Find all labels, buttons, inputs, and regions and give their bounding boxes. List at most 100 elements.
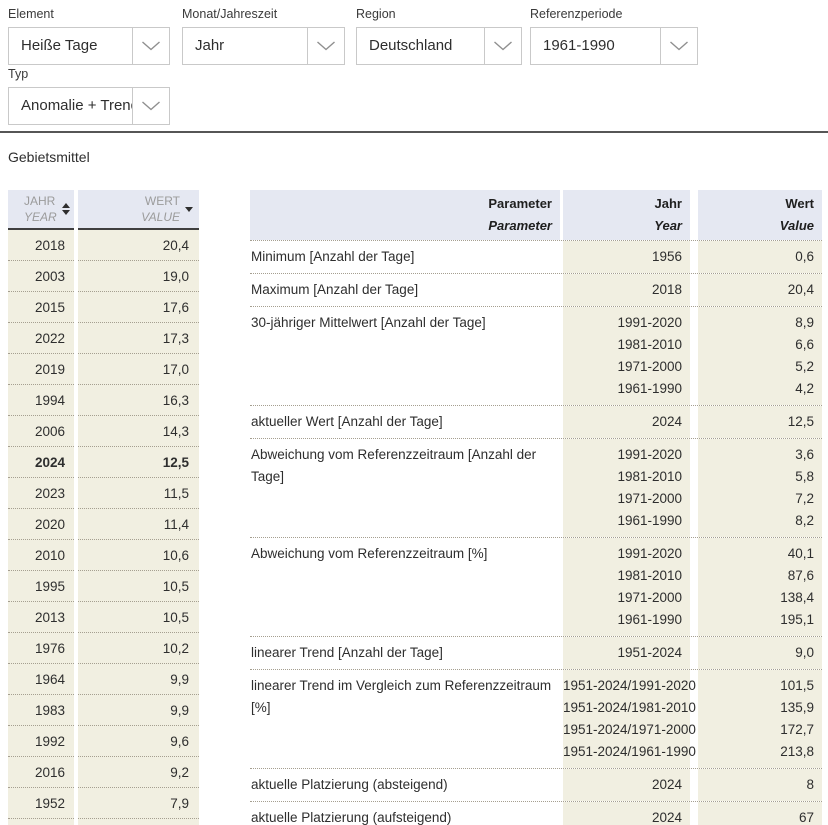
stats-table-row: aktuelle Platzierung (absteigend)2024 8: [250, 768, 822, 801]
parameter-cell: aktuelle Platzierung (absteigend): [250, 769, 560, 801]
year-line: 1951-2024: [563, 642, 682, 664]
parameter-cell: aktueller Wert [Anzahl der Tage]: [250, 406, 560, 438]
stats-table-row: Minimum [Anzahl der Tage]19560,6: [250, 240, 822, 273]
region-dropdown-value: Deutschland: [357, 28, 484, 64]
year-line: 2024: [563, 774, 682, 796]
stats-table-row: 30-jähriger Mittelwert [Anzahl der Tage]…: [250, 306, 822, 405]
year-line: 1991-2020: [563, 312, 682, 334]
year-cell: 2024: [8, 447, 74, 478]
year-line: 1971-2000: [563, 488, 682, 510]
year-table-header: JAHR YEAR WERT VALUE: [8, 190, 199, 230]
year-header-en: YEAR: [24, 209, 57, 225]
section-title: Gebietsmittel: [8, 149, 90, 165]
value-cell: 7,9: [78, 788, 199, 819]
value-line: 8,2: [698, 510, 814, 532]
chevron-down-icon: [660, 28, 697, 64]
stats-table-row: Maximum [Anzahl der Tage]2018 20,4: [250, 273, 822, 306]
chevron-down-icon: [307, 28, 344, 64]
value-cell: 67: [698, 802, 822, 825]
year-line: 1991-2020: [563, 444, 682, 466]
year-cell: 1991-20201981-20101971-20001961-1990: [563, 439, 690, 537]
year-column-header[interactable]: JAHR YEAR: [8, 190, 74, 230]
element-dropdown[interactable]: Heiße Tage: [8, 27, 170, 65]
value-cell: 8: [698, 769, 822, 801]
year-cell: 1951-2024: [563, 637, 690, 669]
sort-both-icon: [62, 203, 70, 215]
chevron-down-icon: [132, 88, 169, 124]
year-line: 1951-2024/1961-1990: [563, 741, 682, 763]
value-cell: 10,6: [78, 540, 199, 571]
year-line: 1981-2010: [563, 334, 682, 356]
year-line: 1961-1990: [563, 510, 682, 532]
year-table-row: 201917,0: [8, 354, 199, 385]
parameter-cell: Maximum [Anzahl der Tage]: [250, 274, 560, 306]
year-value-table: JAHR YEAR WERT VALUE 201820,4200319,0201…: [8, 190, 199, 825]
stats-table-row: linearer Trend im Vergleich zum Referenz…: [250, 669, 822, 768]
value-cell: 17,0: [78, 354, 199, 385]
value-cell: 9,9: [78, 695, 199, 726]
year-cell: 2024: [563, 769, 690, 801]
value-cell: 16,3: [78, 385, 199, 416]
year-table-row: 201517,6: [8, 292, 199, 323]
value-line: 101,5: [698, 675, 814, 697]
year-cell: 1976: [8, 633, 74, 664]
value-column-header[interactable]: WERT VALUE: [78, 190, 199, 230]
value-cell: 20,4: [698, 274, 822, 306]
year-cell: 1994: [8, 385, 74, 416]
year-table-row: 199416,3: [8, 385, 199, 416]
parameter-cell: Minimum [Anzahl der Tage]: [250, 241, 560, 273]
year-table-row: 19649,9: [8, 664, 199, 695]
year-cell: 1951-2024/1991-20201951-2024/1981-201019…: [563, 670, 690, 768]
value-line: 20,4: [698, 279, 814, 301]
value-cell: 3,65,87,28,2: [698, 439, 822, 537]
filter-reference-period: Referenzperiode 1961-1990: [530, 8, 698, 65]
parameter-cell: linearer Trend im Vergleich zum Referenz…: [250, 670, 560, 768]
value-cell: 0,6: [698, 241, 822, 273]
value-line: 213,8: [698, 741, 814, 763]
year-cell: 1952: [8, 788, 74, 819]
year-line: 1961-1990: [563, 378, 682, 400]
reference-period-dropdown[interactable]: 1961-1990: [530, 27, 698, 65]
year-cell: 1991-20201981-20101971-20001961-1990: [563, 538, 690, 636]
year-cell: 2018: [563, 274, 690, 306]
year-column-header: Jahr Year: [563, 190, 690, 240]
value-cell: 9,9: [78, 664, 199, 695]
region-dropdown[interactable]: Deutschland: [356, 27, 522, 65]
type-dropdown[interactable]: Anomalie + Trend (Stan: [8, 87, 170, 125]
year-table-row: 197610,2: [8, 633, 199, 664]
value-line: 135,9: [698, 697, 814, 719]
value-header-de: WERT: [141, 193, 180, 209]
year-cell: 1995: [8, 571, 74, 602]
value-cell: 8,96,65,24,2: [698, 307, 822, 405]
stats-table-row: aktueller Wert [Anzahl der Tage]202412,5: [250, 405, 822, 438]
value-line: 87,6: [698, 565, 814, 587]
value-column-header: Wert Value: [698, 190, 822, 240]
value-cell: [78, 819, 199, 825]
month-season-dropdown[interactable]: Jahr: [182, 27, 345, 65]
year-cell: 2010: [8, 540, 74, 571]
year-line: 1981-2010: [563, 565, 682, 587]
type-label: Typ: [8, 68, 170, 81]
chevron-down-icon: [484, 28, 521, 64]
year-cell: 1964: [8, 664, 74, 695]
year-table-row: 20169,2: [8, 757, 199, 788]
stats-table-header: Parameter Parameter Jahr Year Wert Value: [250, 190, 822, 240]
month-season-label: Monat/Jahreszeit: [182, 8, 345, 21]
parameter-cell: aktuelle Platzierung (aufsteigend): [250, 802, 560, 825]
filter-element: Element Heiße Tage: [8, 8, 170, 65]
filter-region: Region Deutschland: [356, 8, 522, 65]
parameter-column-header: Parameter Parameter: [250, 190, 560, 240]
year-table-row: 202011,4: [8, 509, 199, 540]
element-label: Element: [8, 8, 170, 21]
year-cell: 2024: [563, 406, 690, 438]
value-cell: 10,5: [78, 602, 199, 633]
year-line: 2024: [563, 807, 682, 825]
value-line: 0,6: [698, 246, 814, 268]
region-label: Region: [356, 8, 522, 21]
year-table-row: 199510,5: [8, 571, 199, 602]
year-table-row: 202412,5: [8, 447, 199, 478]
year-table-row: 200614,3: [8, 416, 199, 447]
value-cell: 11,4: [78, 509, 199, 540]
year-cell: 2016: [8, 757, 74, 788]
year-table-row: 200319,0: [8, 261, 199, 292]
